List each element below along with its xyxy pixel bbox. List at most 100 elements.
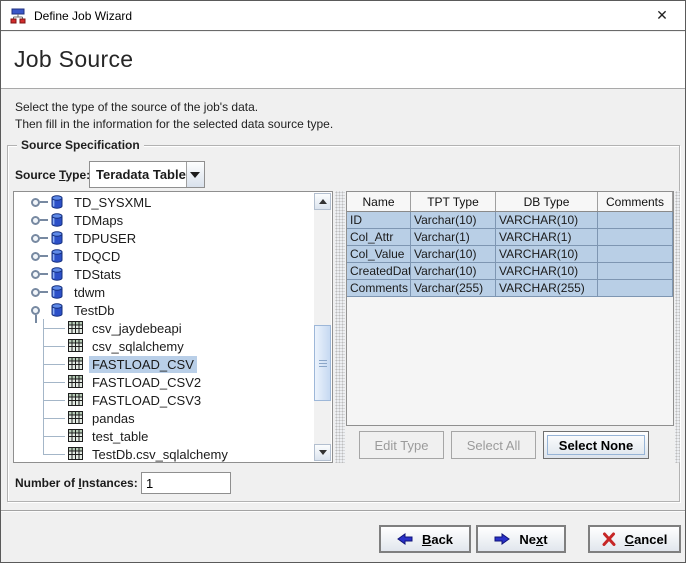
define-job-wizard-window: Define Job Wizard ✕ Job Source Select th…: [0, 0, 686, 563]
tree-item-label[interactable]: TDMaps: [71, 212, 126, 229]
tree-item-label[interactable]: FASTLOAD_CSV: [89, 356, 197, 373]
back-button[interactable]: Back: [379, 525, 471, 553]
tree-item-label[interactable]: TestDb.csv_sqlalchemy: [89, 446, 231, 463]
group-title: Source Specification: [17, 138, 144, 152]
tree-item-label[interactable]: TD_SYSXML: [71, 194, 154, 211]
close-button[interactable]: ✕: [639, 1, 685, 30]
next-button[interactable]: Next: [476, 525, 566, 553]
grid-cell[interactable]: CreatedDate: [347, 263, 411, 279]
grid-cell[interactable]: VARCHAR(1): [496, 229, 598, 245]
source-type-selected-value[interactable]: Teradata Table: [90, 162, 186, 187]
tree-item-tdwm[interactable]: tdwm: [14, 283, 314, 301]
source-type-label: Source Type:: [15, 168, 90, 182]
tree-toggle-icon[interactable]: [31, 198, 40, 207]
tree-item-label[interactable]: csv_jaydebeapi: [89, 320, 185, 337]
grid-cell[interactable]: Varchar(1): [411, 229, 496, 245]
tree-item-TestDb.csv_sqlalchemy[interactable]: TestDb.csv_sqlalchemy: [14, 445, 314, 462]
tree-item-label[interactable]: FASTLOAD_CSV2: [89, 374, 204, 391]
tree-item-TDQCD[interactable]: TDQCD: [14, 247, 314, 265]
tree-item-TD_SYSXML[interactable]: TD_SYSXML: [14, 193, 314, 211]
tree-item-label[interactable]: TDPUSER: [71, 230, 139, 247]
cancel-button[interactable]: Cancel: [588, 525, 681, 553]
database-icon: [50, 285, 65, 299]
tree-item-TDMaps[interactable]: TDMaps: [14, 211, 314, 229]
tree-item-label[interactable]: TDStats: [71, 266, 124, 283]
grid-row-Comments[interactable]: CommentsVarchar(255)VARCHAR(255): [347, 280, 673, 297]
tree-item-label[interactable]: csv_sqlalchemy: [89, 338, 187, 355]
tree-toggle-icon[interactable]: [31, 216, 40, 225]
tree-item-FASTLOAD_CSV[interactable]: FASTLOAD_CSV: [14, 355, 314, 373]
tree-item-label[interactable]: tdwm: [71, 284, 108, 301]
edit-type-button: Edit Type: [359, 431, 444, 459]
grid-column-header-DB Type[interactable]: DB Type: [496, 192, 598, 211]
grid-cell[interactable]: [598, 212, 673, 228]
tree-toggle-icon[interactable]: [31, 252, 40, 261]
grid-cell[interactable]: VARCHAR(10): [496, 246, 598, 262]
grid-cell[interactable]: VARCHAR(255): [496, 280, 598, 296]
tree-item-label[interactable]: TestDb: [71, 302, 117, 319]
scrollbar-thumb[interactable]: [314, 325, 331, 401]
grid-cell[interactable]: Col_Value: [347, 246, 411, 262]
grid-cell[interactable]: VARCHAR(10): [496, 212, 598, 228]
tree-item-test_table[interactable]: test_table: [14, 427, 314, 445]
tree-item-label[interactable]: TDQCD: [71, 248, 123, 265]
source-type-combobox[interactable]: Teradata Table: [89, 161, 205, 188]
page-title: Job Source: [1, 32, 685, 73]
grid-cell[interactable]: Comments: [347, 280, 411, 296]
grid-cell[interactable]: [598, 229, 673, 245]
grid-row-ID[interactable]: IDVarchar(10)VARCHAR(10): [347, 212, 673, 229]
tree-toggle-icon[interactable]: [31, 234, 40, 243]
tree-item-csv_jaydebeapi[interactable]: csv_jaydebeapi: [14, 319, 314, 337]
tree-item-csv_sqlalchemy[interactable]: csv_sqlalchemy: [14, 337, 314, 355]
tree-vertical-scrollbar[interactable]: [314, 193, 331, 461]
titlebar: Define Job Wizard ✕: [1, 1, 685, 31]
tree-toggle-icon[interactable]: [31, 288, 40, 297]
tree-toggle-icon[interactable]: [31, 306, 40, 315]
scrollbar-grip-icon: [319, 360, 327, 367]
number-of-instances-input[interactable]: [141, 472, 231, 494]
tree-item-FASTLOAD_CSV3[interactable]: FASTLOAD_CSV3: [14, 391, 314, 409]
grid-cell[interactable]: Varchar(10): [411, 263, 496, 279]
grid-cell[interactable]: Col_Attr: [347, 229, 411, 245]
grid-cell[interactable]: [598, 246, 673, 262]
grid-column-header-Name[interactable]: Name: [347, 192, 411, 211]
table-icon: [68, 393, 83, 407]
combo-dropdown-button[interactable]: [186, 162, 204, 187]
grid-cell[interactable]: Varchar(10): [411, 246, 496, 262]
grid-cell[interactable]: [598, 280, 673, 296]
instruction-line-1: Select the type of the source of the job…: [15, 99, 685, 116]
grid-row-Col_Value[interactable]: Col_ValueVarchar(10)VARCHAR(10): [347, 246, 673, 263]
next-button-label: Next: [519, 532, 547, 547]
database-icon: [50, 195, 65, 209]
tree-item-label[interactable]: FASTLOAD_CSV3: [89, 392, 204, 409]
grid-row-Col_Attr[interactable]: Col_AttrVarchar(1)VARCHAR(1): [347, 229, 673, 246]
select-none-button[interactable]: Select None: [543, 431, 649, 459]
grid-row-CreatedDate[interactable]: CreatedDateVarchar(10)VARCHAR(10): [347, 263, 673, 280]
grid-column-header-Comments[interactable]: Comments: [598, 192, 673, 211]
tree-item-pandas[interactable]: pandas: [14, 409, 314, 427]
tree-item-FASTLOAD_CSV2[interactable]: FASTLOAD_CSV2: [14, 373, 314, 391]
grid-column-header-TPT Type[interactable]: TPT Type: [411, 192, 496, 211]
scroll-down-icon: [319, 450, 327, 459]
grid-cell[interactable]: Varchar(255): [411, 280, 496, 296]
grid-cell[interactable]: Varchar(10): [411, 212, 496, 228]
columns-table-panel: NameTPT TypeDB TypeComments IDVarchar(10…: [346, 191, 674, 426]
tree-item-TDPUSER[interactable]: TDPUSER: [14, 229, 314, 247]
cancel-button-label: Cancel: [625, 532, 668, 547]
tree-item-TDStats[interactable]: TDStats: [14, 265, 314, 283]
tree-item-label[interactable]: test_table: [89, 428, 151, 445]
table-icon: [68, 447, 83, 461]
database-tree-panel: TD_SYSXMLTDMapsTDPUSERTDQCDTDStatstdwmTe…: [13, 191, 333, 463]
grid-cell[interactable]: VARCHAR(10): [496, 263, 598, 279]
instruction-line-2: Then fill in the information for the sel…: [15, 116, 685, 133]
back-button-label: Back: [422, 532, 453, 547]
grid-cell[interactable]: ID: [347, 212, 411, 228]
scroll-up-button[interactable]: [314, 193, 331, 210]
tree-item-label[interactable]: pandas: [89, 410, 138, 427]
tree-toggle-icon[interactable]: [31, 270, 40, 279]
tree-item-TestDb[interactable]: TestDb: [14, 301, 314, 319]
instructions: Select the type of the source of the job…: [1, 90, 685, 139]
grid-cell[interactable]: [598, 263, 673, 279]
scroll-down-button[interactable]: [314, 444, 331, 461]
table-icon: [68, 429, 83, 443]
